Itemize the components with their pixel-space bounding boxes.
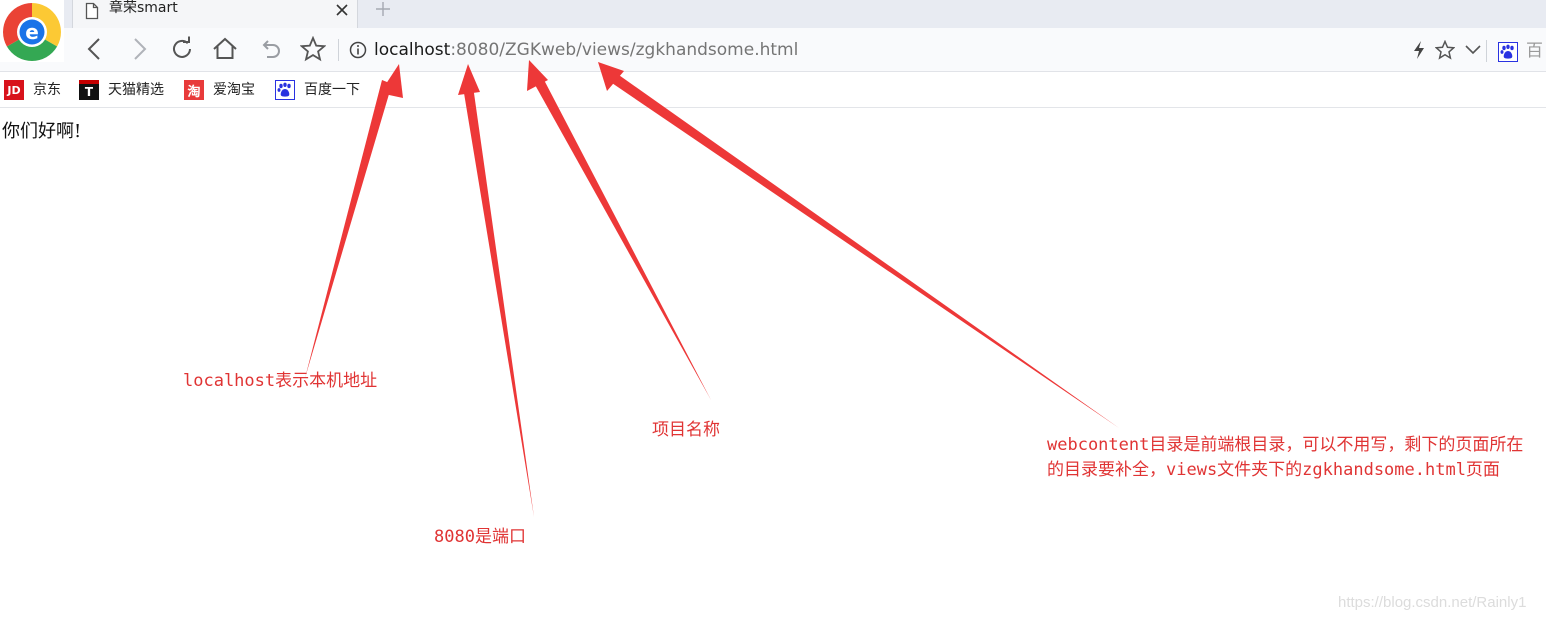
- home-icon[interactable]: [212, 36, 238, 62]
- site-info-icon[interactable]: [349, 41, 367, 63]
- page-body-text: 你们好啊!: [2, 121, 82, 142]
- annotation-localhost: localhost表示本机地址: [183, 371, 378, 391]
- toolbar-separator: [1486, 40, 1487, 62]
- jd-logo-icon: JD: [4, 80, 24, 100]
- annotation-webcontent: webcontent目录是前端根目录，可以不用写，剩下的页面所在的目录要补全，v…: [1047, 435, 1524, 480]
- browser-tab[interactable]: 章荣smart: [72, 0, 358, 28]
- svg-text:e: e: [25, 20, 39, 44]
- tmall-logo-icon: T: [79, 80, 99, 100]
- reload-icon[interactable]: [169, 36, 195, 62]
- bookmark-label: 京东: [33, 82, 61, 98]
- bookmark-star-icon[interactable]: [299, 35, 327, 62]
- chevron-down-icon[interactable]: [1464, 40, 1482, 64]
- search-engine-label: 百: [1526, 41, 1543, 61]
- speed-mode-icon[interactable]: [1411, 40, 1427, 64]
- new-tab-icon[interactable]: [373, 0, 393, 24]
- close-tab-icon[interactable]: [335, 2, 349, 21]
- annotation-project: 项目名称: [652, 420, 720, 440]
- arrow-project: [534, 78, 711, 400]
- watermark: https://blog.csdn.net/Rainly1: [1338, 594, 1527, 611]
- browser-logo: e: [0, 0, 64, 62]
- arrow-port: [463, 86, 534, 517]
- url-path: :8080/ZGKweb/views/zgkhandsome.html: [450, 40, 799, 60]
- address-bar[interactable]: localhost:8080/ZGKweb/views/zgkhandsome.…: [374, 39, 798, 61]
- bookmark-label: 百度一下: [304, 82, 360, 98]
- baidu-paw-icon: [275, 80, 295, 100]
- favorites-star-icon[interactable]: [1434, 39, 1456, 64]
- baidu-paw-icon: [1498, 42, 1518, 66]
- undo-close-icon[interactable]: [257, 36, 283, 62]
- toolbar: localhost:8080/ZGKweb/views/zgkhandsome.…: [0, 28, 1546, 72]
- forward-icon[interactable]: [126, 36, 152, 62]
- tab-title: 章荣smart: [109, 0, 178, 16]
- bookmark-label: 天猫精选: [108, 82, 164, 98]
- tab-strip: 章荣smart: [0, 0, 1546, 28]
- page-icon: [85, 2, 99, 24]
- bookmarks-bar: JD 京东 T 天猫精选 淘 爱淘宝 百度一下: [0, 72, 1546, 108]
- back-icon[interactable]: [82, 36, 108, 62]
- bookmark-label: 爱淘宝: [213, 82, 255, 98]
- annotation-port: 8080是端口: [434, 527, 526, 547]
- taobao-logo-icon: 淘: [184, 80, 204, 100]
- address-separator: [338, 39, 339, 61]
- arrow-localhost: [305, 80, 392, 378]
- url-host: localhost: [374, 40, 451, 60]
- arrow-webcontent: [609, 73, 1119, 428]
